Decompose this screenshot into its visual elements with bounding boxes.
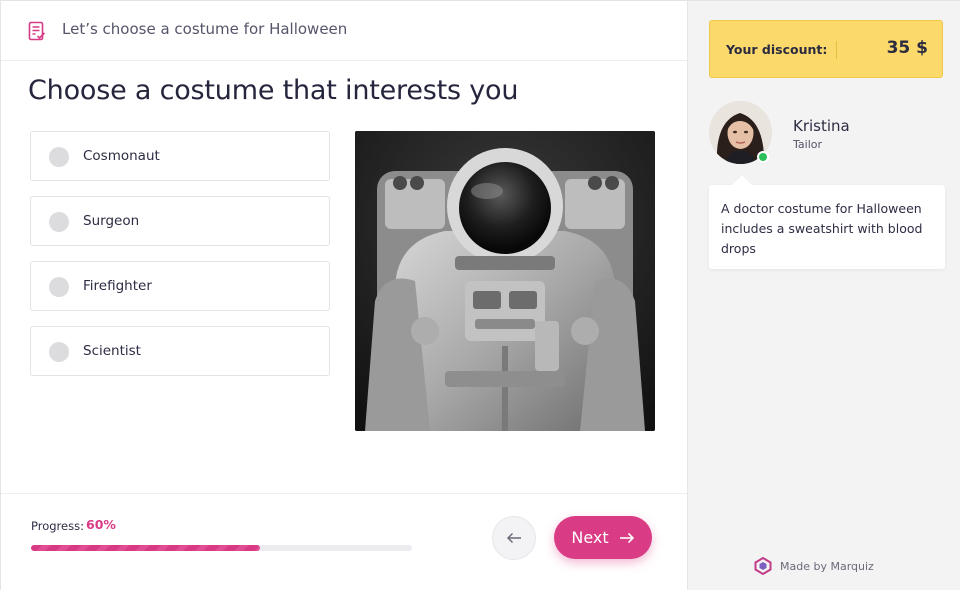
progress-bar — [31, 545, 412, 551]
radio-button[interactable] — [49, 277, 69, 297]
option-label: Firefighter — [83, 278, 152, 294]
progress-label: Progress: — [31, 519, 84, 533]
discount-label: Your discount: — [726, 42, 828, 57]
arrow-right-icon — [619, 532, 634, 543]
question-title: Choose a costume that interests you — [28, 75, 519, 106]
next-button-label: Next — [571, 528, 609, 547]
sidebar: Your discount: 35 $ Kristina Tailor A do… — [687, 1, 960, 590]
answer-options: Cosmonaut Surgeon Firefighter Scientist — [30, 131, 330, 391]
checklist-icon — [28, 21, 46, 41]
quiz-window: Let’s choose a costume for Halloween Cho… — [0, 0, 960, 590]
radio-button[interactable] — [49, 147, 69, 167]
branding-link[interactable]: Made by Marquiz — [754, 557, 874, 575]
quiz-main-panel: Let’s choose a costume for Halloween Cho… — [1, 1, 687, 590]
option-label: Scientist — [83, 343, 141, 359]
radio-button[interactable] — [49, 212, 69, 232]
discount-divider — [836, 41, 837, 59]
back-button[interactable] — [492, 516, 536, 560]
quiz-title: Let’s choose a costume for Halloween — [62, 20, 348, 38]
online-status-indicator — [757, 151, 769, 163]
option-cosmonaut[interactable]: Cosmonaut — [30, 131, 330, 181]
branding-text: Made by Marquiz — [780, 559, 874, 573]
message-text: A doctor costume for Halloween includes … — [721, 201, 923, 256]
astronaut-photo — [355, 131, 655, 431]
marquiz-logo-icon — [754, 557, 772, 575]
arrow-left-icon — [506, 532, 521, 544]
consultant-role: Tailor — [793, 138, 823, 151]
next-button[interactable]: Next — [554, 516, 652, 559]
discount-value: 35 $ — [886, 38, 928, 58]
discount-card: Your discount: 35 $ — [709, 20, 943, 78]
consultant-message: A doctor costume for Halloween includes … — [709, 185, 945, 269]
option-firefighter[interactable]: Firefighter — [30, 261, 330, 311]
progress-fill — [31, 545, 260, 551]
progress-value: 60% — [86, 517, 116, 532]
option-label: Cosmonaut — [83, 148, 160, 164]
radio-button[interactable] — [49, 342, 69, 362]
consultant-name: Kristina — [793, 117, 850, 135]
option-surgeon[interactable]: Surgeon — [30, 196, 330, 246]
quiz-header: Let’s choose a costume for Halloween — [1, 1, 687, 61]
option-label: Surgeon — [83, 213, 140, 229]
option-scientist[interactable]: Scientist — [30, 326, 330, 376]
